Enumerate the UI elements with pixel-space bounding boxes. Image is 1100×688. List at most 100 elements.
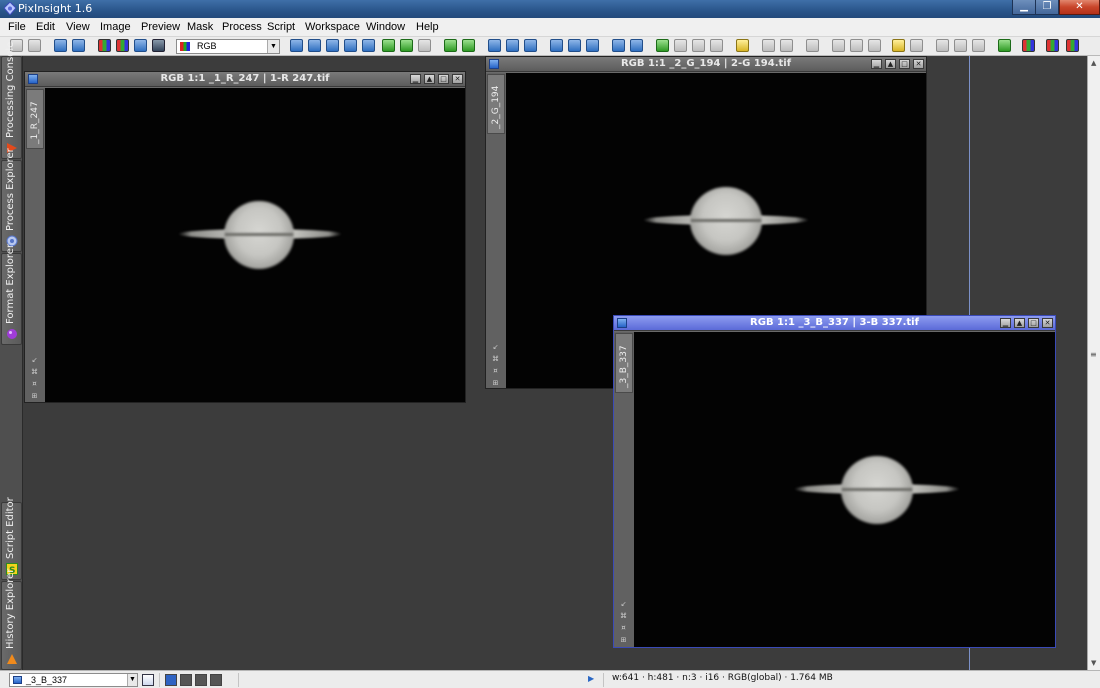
window-title-bar[interactable]: RGB 1:1 _2_G_194 | 2-G 194.tif ▁ ▲ □ ✕ xyxy=(486,57,926,72)
channel-combination-icon[interactable] xyxy=(1046,39,1059,52)
play-icon[interactable]: ▶ xyxy=(588,674,594,683)
process-icon-1[interactable] xyxy=(762,39,775,52)
scroll-up-icon[interactable]: ▲ xyxy=(1091,59,1096,67)
pan-mode-icon[interactable] xyxy=(488,39,501,52)
window-maximize-icon[interactable]: □ xyxy=(438,74,449,84)
menu-file[interactable]: File xyxy=(8,21,26,33)
new-image-icon[interactable] xyxy=(54,39,67,52)
display-channel-g-icon[interactable] xyxy=(195,674,207,686)
window-title-bar[interactable]: RGB 1:1 _3_B_337 | 3-B 337.tif ▁ ▲ □ ✕ xyxy=(614,316,1055,331)
display-mode-icon[interactable] xyxy=(134,39,147,52)
process-icon-3[interactable] xyxy=(806,39,819,52)
window-close-icon[interactable]: ✕ xyxy=(913,59,924,69)
window-minimize-icon[interactable]: ▁ xyxy=(871,59,882,69)
pointer-icon[interactable] xyxy=(418,39,431,52)
zoom-fit-icon[interactable] xyxy=(308,39,321,52)
fit-icon[interactable]: ⊞ xyxy=(491,379,500,388)
redo-icon[interactable] xyxy=(28,39,41,52)
dock-tab-process-explorer[interactable]: Process Explorer xyxy=(1,148,22,252)
mask-icon[interactable] xyxy=(656,39,669,52)
clone-view-icon[interactable] xyxy=(72,39,85,52)
pin-icon[interactable]: ⌘ xyxy=(491,355,500,364)
right-dock-scroll[interactable]: ▲ ≡ ▼ xyxy=(1087,56,1100,670)
channel-select[interactable]: RGB ▼ xyxy=(176,39,280,54)
window-close-icon[interactable]: ✕ xyxy=(1042,318,1053,328)
window-shade-icon[interactable]: ▲ xyxy=(424,74,435,84)
window-shade-icon[interactable]: ▲ xyxy=(1014,318,1025,328)
fit-icon[interactable]: ⊞ xyxy=(30,392,39,401)
new-view-icon[interactable] xyxy=(142,674,154,686)
process-icon-6[interactable] xyxy=(868,39,881,52)
process-icon-9[interactable] xyxy=(972,39,985,52)
tile-icon[interactable] xyxy=(630,39,643,52)
minimize-button[interactable]: ▁ xyxy=(1012,0,1036,15)
process-icon-8[interactable] xyxy=(954,39,967,52)
menu-help[interactable]: Help xyxy=(416,21,439,33)
zoom-in-icon[interactable] xyxy=(444,39,457,52)
display-channel-rgb-icon[interactable] xyxy=(165,674,177,686)
mask-invert-icon[interactable] xyxy=(692,39,705,52)
scroll-down-icon[interactable]: ▼ xyxy=(1091,659,1096,667)
process-icon-7[interactable] xyxy=(936,39,949,52)
view-id-tab[interactable]: _1_R_247 xyxy=(26,89,44,149)
resize-icon[interactable]: ↙ xyxy=(619,600,628,609)
stf-icon[interactable] xyxy=(152,39,165,52)
menu-edit[interactable]: Edit xyxy=(36,21,55,33)
image-canvas[interactable] xyxy=(45,88,465,402)
readout-mode-icon[interactable] xyxy=(290,39,303,52)
window-minimize-icon[interactable]: ▁ xyxy=(1000,318,1011,328)
zoom-1to1-icon[interactable] xyxy=(362,39,375,52)
window-title-bar[interactable]: RGB 1:1 _1_R_247 | 1-R 247.tif ▁ ▲ □ ✕ xyxy=(25,72,465,87)
menu-script[interactable]: Script xyxy=(267,21,295,33)
zoom-fit-height-icon[interactable] xyxy=(344,39,357,52)
new-preview-icon[interactable] xyxy=(382,39,395,52)
curves-icon[interactable] xyxy=(910,39,923,52)
mask-show-icon[interactable] xyxy=(674,39,687,52)
readout-icon[interactable] xyxy=(524,39,537,52)
pin-icon[interactable]: ⌘ xyxy=(30,368,39,377)
cascade-icon[interactable] xyxy=(612,39,625,52)
display-channel-b-icon[interactable] xyxy=(210,674,222,686)
menu-workspace[interactable]: Workspace xyxy=(305,21,360,33)
scroll-grip-icon[interactable]: ≡ xyxy=(1090,350,1098,362)
link-icon[interactable]: ¤ xyxy=(619,624,628,633)
resize-icon[interactable]: ↙ xyxy=(491,343,500,352)
link-icon[interactable]: ¤ xyxy=(491,367,500,376)
zoom-out-icon[interactable] xyxy=(462,39,475,52)
menu-image[interactable]: Image xyxy=(100,21,131,33)
window-shade-icon[interactable]: ▲ xyxy=(885,59,896,69)
screen-icon-3[interactable] xyxy=(586,39,599,52)
maximize-button[interactable]: ❐ xyxy=(1036,0,1059,15)
screen-icon-2[interactable] xyxy=(568,39,581,52)
channel-mode-icon[interactable] xyxy=(116,39,129,52)
menu-view[interactable]: View xyxy=(66,21,90,33)
resize-icon[interactable]: ↙ xyxy=(30,356,39,365)
rgb-channels-icon[interactable] xyxy=(98,39,111,52)
menu-mask[interactable]: Mask xyxy=(187,21,213,33)
screen-icon-1[interactable] xyxy=(550,39,563,52)
dock-tab-format-explorer[interactable]: Format Explorer xyxy=(1,244,22,345)
image-window-r[interactable]: RGB 1:1 _1_R_247 | 1-R 247.tif ▁ ▲ □ ✕ _… xyxy=(24,71,466,403)
close-button[interactable]: ✕ xyxy=(1059,0,1100,15)
process-icon-5[interactable] xyxy=(850,39,863,52)
channel-extraction-icon[interactable] xyxy=(1066,39,1079,52)
link-icon[interactable]: ¤ xyxy=(30,380,39,389)
process-icon-4[interactable] xyxy=(832,39,845,52)
dock-tab-history-explorer[interactable]: History Explorer xyxy=(1,569,22,670)
window-maximize-icon[interactable]: □ xyxy=(899,59,910,69)
edit-preview-icon[interactable] xyxy=(400,39,413,52)
menu-preview[interactable]: Preview xyxy=(141,21,180,33)
menu-window[interactable]: Window xyxy=(366,21,405,33)
mask-remove-icon[interactable] xyxy=(710,39,723,52)
menu-process[interactable]: Process xyxy=(222,21,262,33)
zoom-fit-width-icon[interactable] xyxy=(326,39,339,52)
window-maximize-icon[interactable]: □ xyxy=(1028,318,1039,328)
dock-tab-processing-console[interactable]: Processing Console xyxy=(1,42,22,159)
zoom-mode-icon[interactable] xyxy=(506,39,519,52)
histogram-icon[interactable] xyxy=(892,39,905,52)
view-id-tab[interactable]: _3_B_337 xyxy=(615,333,633,393)
process-icon-2[interactable] xyxy=(780,39,793,52)
screen-transfer-icon[interactable] xyxy=(998,39,1011,52)
color-calibration-icon[interactable] xyxy=(1022,39,1035,52)
fit-icon[interactable]: ⊞ xyxy=(619,636,628,645)
